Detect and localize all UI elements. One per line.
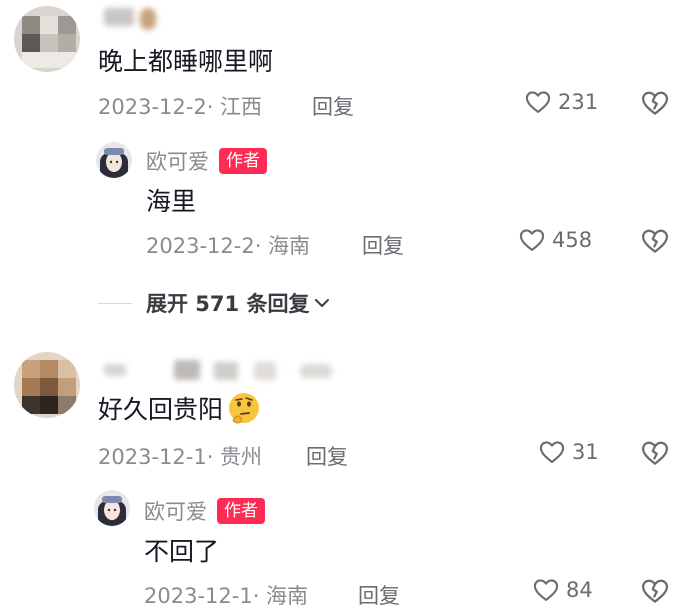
comment-text: 好久回贵阳 — [98, 395, 224, 424]
author-avatar[interactable] — [94, 490, 130, 526]
comment-date: 2023-12-2 — [98, 95, 207, 119]
thinking-face-emoji — [227, 391, 261, 425]
like-button[interactable]: 458 — [518, 226, 592, 254]
author-badge: 作者 — [219, 148, 267, 174]
reply-text: 不回了 — [144, 537, 220, 566]
dislike-button[interactable] — [640, 576, 670, 610]
reply-date: 2023-12-1 — [144, 584, 253, 608]
broken-heart-icon — [642, 441, 668, 465]
heart-outline-icon — [525, 91, 551, 113]
author-name[interactable]: 欧可爱 — [144, 496, 207, 526]
comment-location: 贵州 — [220, 445, 263, 469]
username-blurred[interactable] — [104, 358, 334, 382]
comment-location: 江西 — [220, 95, 263, 119]
reply-button[interactable]: 回复 — [306, 441, 348, 471]
like-count: 231 — [558, 90, 599, 114]
heart-outline-icon — [539, 441, 565, 463]
reply-button[interactable]: 回复 — [312, 91, 354, 121]
reply-date: 2023-12-2 — [146, 234, 255, 258]
heart-outline-icon — [533, 579, 559, 601]
expand-replies-label: 展开 571 条回复 — [146, 292, 310, 316]
like-button[interactable]: 84 — [532, 576, 593, 604]
heart-outline-icon — [519, 229, 545, 251]
reply-button[interactable]: 回复 — [358, 580, 400, 610]
author-name[interactable]: 欧可爱 — [146, 146, 209, 176]
broken-heart-icon — [642, 91, 668, 115]
reply-meta: 2023-12-2· 海南 — [146, 234, 311, 258]
dislike-button[interactable] — [640, 226, 670, 260]
reply-location: 海南 — [268, 234, 311, 258]
reply-text: 海里 — [146, 187, 197, 216]
broken-heart-icon — [642, 229, 668, 253]
comment-date: 2023-12-1 — [98, 445, 207, 469]
author-badge: 作者 — [217, 498, 265, 524]
like-button[interactable]: 231 — [524, 88, 598, 116]
dislike-button[interactable] — [640, 438, 670, 472]
like-count: 84 — [566, 578, 593, 602]
expand-divider — [98, 302, 132, 304]
reply-button[interactable]: 回复 — [362, 230, 404, 260]
broken-heart-icon — [642, 579, 668, 603]
chevron-down-icon — [315, 299, 330, 307]
comment-meta: 2023-12-1· 贵州 — [98, 445, 263, 469]
author-avatar[interactable] — [96, 142, 132, 178]
reply-location: 海南 — [266, 584, 309, 608]
reply-meta: 2023-12-1· 海南 — [144, 584, 309, 608]
comment-text-row: 好久回贵阳 — [98, 390, 261, 426]
avatar[interactable] — [14, 6, 80, 72]
dislike-button[interactable] — [640, 88, 670, 122]
avatar[interactable] — [14, 352, 80, 418]
like-button[interactable]: 31 — [538, 438, 599, 466]
like-count: 31 — [572, 440, 599, 464]
comment-text: 晚上都睡哪里啊 — [98, 47, 274, 76]
username-blurred[interactable] — [104, 8, 158, 30]
like-count: 458 — [552, 228, 593, 252]
comment-meta: 2023-12-2· 江西 — [98, 95, 263, 119]
expand-replies-button[interactable]: 展开 571 条回复 — [98, 288, 331, 318]
